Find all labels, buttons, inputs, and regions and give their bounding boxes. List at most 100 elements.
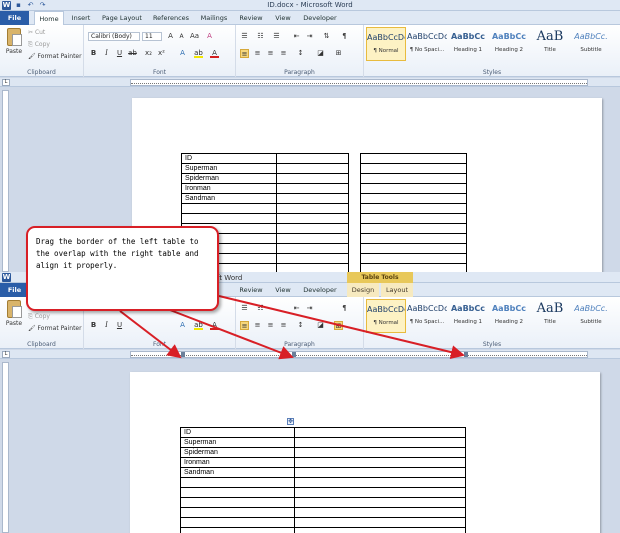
table-cell[interactable]	[360, 163, 467, 174]
justify-icon[interactable]: ≡	[279, 321, 288, 330]
paste-button[interactable]: Paste	[4, 28, 24, 55]
numbering-icon[interactable]: ☷	[256, 304, 265, 313]
table-cell[interactable]: Sandman	[180, 467, 295, 478]
tab-design[interactable]: Design	[347, 283, 379, 297]
table-cell[interactable]	[360, 173, 467, 184]
tab-selector[interactable]: L	[2, 79, 10, 86]
bold-icon[interactable]: B	[89, 49, 98, 58]
decrease-indent-icon[interactable]: ⇤	[292, 304, 301, 313]
numbering-icon[interactable]: ☷	[256, 32, 265, 41]
tab-file[interactable]: File	[0, 283, 29, 297]
table-cell[interactable]	[275, 153, 350, 164]
table-cell[interactable]: Ironman	[181, 183, 277, 194]
strikethrough-icon[interactable]: ab	[128, 49, 137, 58]
column-marker-left[interactable]	[181, 352, 185, 357]
align-right-icon[interactable]: ≡	[266, 321, 275, 330]
copy-button[interactable]: ⎘ Copy	[28, 41, 50, 49]
shrink-font-icon[interactable]: A	[177, 32, 186, 41]
table-cell[interactable]	[360, 263, 467, 272]
font-color-icon[interactable]: A	[210, 49, 219, 58]
table-cell[interactable]: Sandman	[181, 193, 277, 204]
table-cell[interactable]	[275, 263, 350, 272]
table-cell[interactable]	[293, 487, 467, 498]
table-cell[interactable]	[275, 223, 350, 234]
cut-button[interactable]: ✂ Cut	[28, 29, 45, 36]
style-subtitle[interactable]: AaBbCc. Subtitle	[571, 299, 611, 333]
column-marker-right[interactable]	[464, 352, 468, 357]
word-logo-icon[interactable]: W	[2, 273, 11, 282]
tab-view[interactable]: View	[271, 11, 295, 25]
table-cell[interactable]: Superman	[181, 163, 277, 174]
tab-references[interactable]: References	[150, 11, 192, 25]
table-cell[interactable]	[275, 213, 350, 224]
table-cell[interactable]	[360, 253, 467, 264]
tab-review[interactable]: Review	[236, 283, 266, 297]
table-cell[interactable]	[180, 487, 295, 498]
table-cell[interactable]	[180, 527, 295, 533]
table-cell[interactable]	[180, 477, 295, 488]
style-heading-2[interactable]: AaBbCc Heading 2	[489, 299, 529, 333]
tab-developer[interactable]: Developer	[300, 11, 340, 25]
tab-file[interactable]: File	[0, 11, 29, 25]
table-cell[interactable]	[293, 507, 467, 518]
highlight-icon[interactable]: ab	[194, 321, 203, 330]
increase-indent-icon[interactable]: ⇥	[305, 32, 314, 41]
align-right-icon[interactable]: ≡	[266, 49, 275, 58]
font-color-icon[interactable]: A	[210, 321, 219, 330]
align-center-icon[interactable]: ≡	[253, 321, 262, 330]
table-cell[interactable]	[293, 527, 467, 533]
shading-icon[interactable]: ◪	[316, 321, 325, 330]
font-size-box[interactable]: 11	[142, 32, 162, 41]
highlight-icon[interactable]: ab	[194, 49, 203, 58]
align-left-icon[interactable]: ≡	[240, 49, 249, 58]
line-spacing-icon[interactable]: ↕	[296, 321, 305, 330]
justify-icon[interactable]: ≡	[279, 49, 288, 58]
decrease-indent-icon[interactable]: ⇤	[292, 32, 301, 41]
sort-icon[interactable]: ⇅	[322, 32, 331, 41]
change-case-icon[interactable]: Aa	[190, 32, 199, 41]
table-cell[interactable]	[293, 457, 467, 468]
bullets-icon[interactable]: ☰	[240, 32, 249, 41]
format-painter-button[interactable]: 🖌 Format Painter	[28, 53, 82, 60]
table-cell[interactable]	[275, 183, 350, 194]
grow-font-icon[interactable]: A	[166, 32, 175, 41]
underline-icon[interactable]: U	[115, 49, 124, 58]
column-marker-middle[interactable]	[292, 352, 296, 357]
text-effects-icon[interactable]: A	[178, 321, 187, 330]
borders-icon[interactable]: ⊞	[334, 49, 343, 58]
style-no-spacing[interactable]: AaBbCcDc ¶ No Spaci...	[407, 27, 447, 61]
table-cell[interactable]: Spiderman	[180, 447, 295, 458]
table-cell[interactable]: Spiderman	[181, 173, 277, 184]
increase-indent-icon[interactable]: ⇥	[305, 304, 314, 313]
tab-selector[interactable]: L	[2, 351, 10, 358]
table-cell[interactable]	[360, 203, 467, 214]
style-title[interactable]: AaB Title	[530, 299, 570, 333]
align-center-icon[interactable]: ≡	[253, 49, 262, 58]
style-subtitle[interactable]: AaBbCc. Subtitle	[571, 27, 611, 61]
style-title[interactable]: AaB Title	[530, 27, 570, 61]
table-cell[interactable]	[180, 497, 295, 508]
shading-icon[interactable]: ◪	[316, 49, 325, 58]
table-cell[interactable]	[293, 497, 467, 508]
copy-button[interactable]: ⎘ Copy	[28, 313, 50, 321]
underline-icon[interactable]: U	[115, 321, 124, 330]
table-move-handle-icon[interactable]: ✥	[287, 418, 294, 425]
table-cell[interactable]	[360, 233, 467, 244]
tab-developer[interactable]: Developer	[300, 283, 340, 297]
paste-button[interactable]: Paste	[4, 300, 24, 327]
table-cell[interactable]: Superman	[180, 437, 295, 448]
font-name-box[interactable]: Calibri (Body)	[88, 32, 140, 41]
borders-icon[interactable]: ⊞	[334, 321, 343, 330]
table-cell[interactable]	[360, 223, 467, 234]
table-cell[interactable]	[360, 183, 467, 194]
table-cell[interactable]	[275, 163, 350, 174]
table-cell[interactable]	[293, 437, 467, 448]
multilevel-list-icon[interactable]: ☰	[272, 32, 281, 41]
subscript-icon[interactable]: x₂	[144, 49, 153, 58]
table-cell[interactable]	[275, 193, 350, 204]
tab-layout[interactable]: Layout	[381, 283, 413, 297]
tab-mailings[interactable]: Mailings	[197, 11, 231, 25]
show-hide-icon[interactable]: ¶	[340, 32, 349, 41]
table-cell[interactable]	[275, 243, 350, 254]
style-heading-1[interactable]: AaBbCc Heading 1	[448, 27, 488, 61]
